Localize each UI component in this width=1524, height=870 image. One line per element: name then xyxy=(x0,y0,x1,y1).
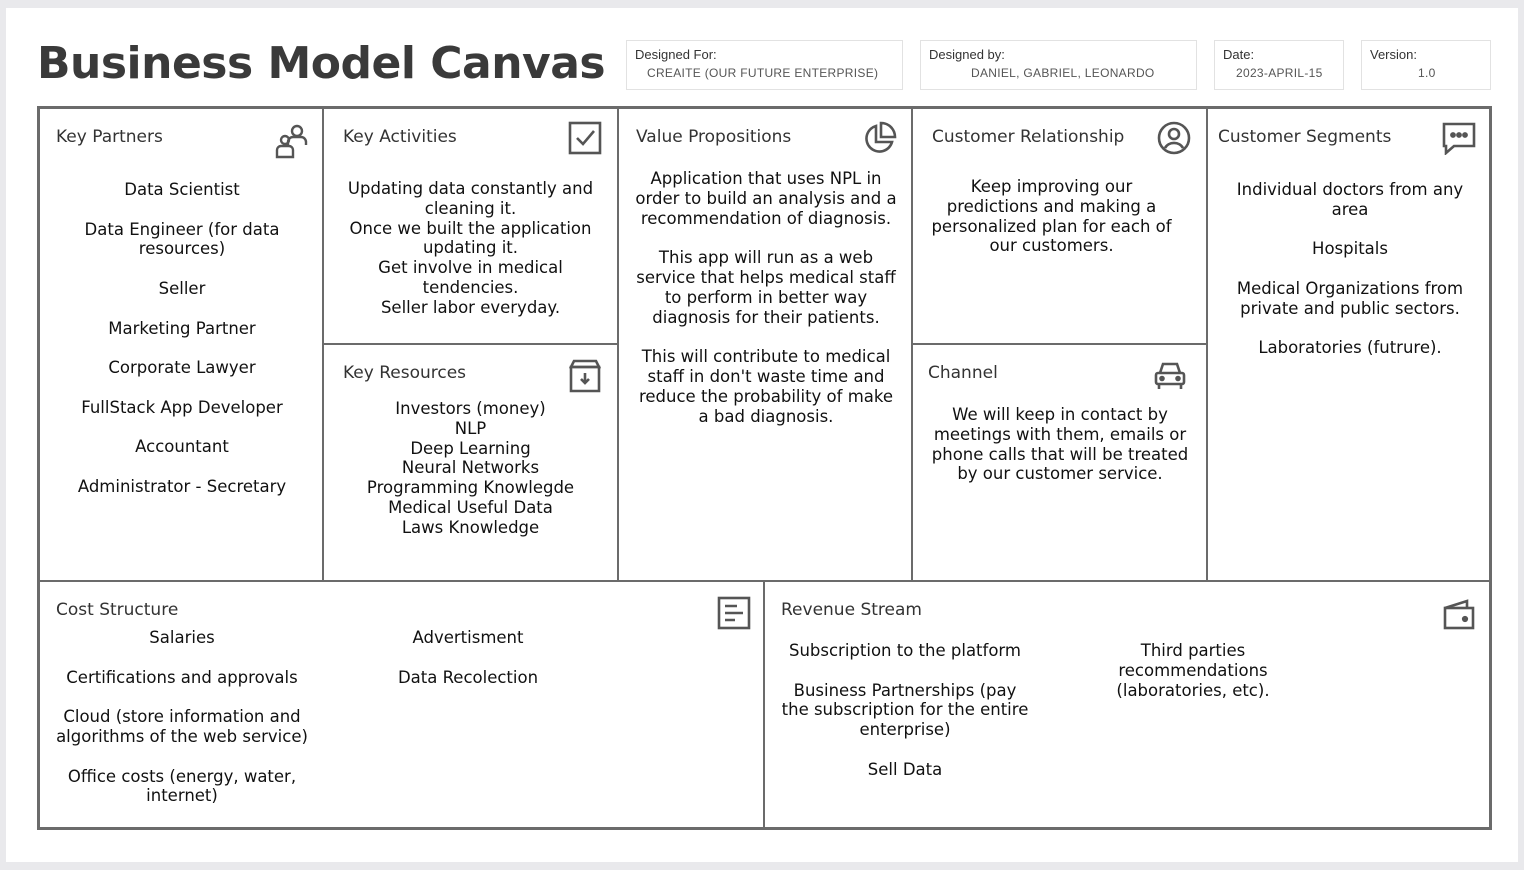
list-item: Programming Knowlegde xyxy=(366,478,575,498)
revenue-stream-column-1: Subscription to the platform Business Pa… xyxy=(781,641,1029,799)
cost-structure-title: Cost Structure xyxy=(56,600,179,620)
cost-structure-section: Cost Structure Salaries Certifications a… xyxy=(40,580,765,827)
user-circle-icon xyxy=(1157,121,1191,155)
list-item: Marketing Partner xyxy=(108,318,256,338)
list-item: NLP xyxy=(454,418,487,438)
revenue-stream-title: Revenue Stream xyxy=(781,600,922,620)
list-item: Accountant xyxy=(135,437,229,457)
list-item: Application that uses NPL in order to bu… xyxy=(635,169,897,228)
date-label: Date: xyxy=(1223,47,1255,62)
list-item: Hospitals xyxy=(1312,239,1388,259)
list-item: This app will run as a web service that … xyxy=(636,248,896,327)
designed-by-value: DANIEL, GABRIEL, LEONARDO xyxy=(971,66,1155,80)
cost-structure-column-1: Salaries Certifications and approvals Cl… xyxy=(48,628,316,826)
list-item: Certifications and approvals xyxy=(66,667,298,687)
key-activities-list: Updating data constantly and cleaning it… xyxy=(340,179,601,318)
key-partners-title: Key Partners xyxy=(56,127,163,147)
pie-chart-icon xyxy=(861,121,897,157)
customer-segments-list: Individual doctors from any area Hospita… xyxy=(1224,180,1476,378)
list-item: Deep Learning xyxy=(410,438,531,458)
designed-by-box: Designed by: DANIEL, GABRIEL, LEONARDO xyxy=(920,40,1197,90)
list-item: Medical Organizations from private and p… xyxy=(1236,278,1464,318)
list-item: Seller labor everyday. xyxy=(380,297,561,317)
list-item: FullStack App Developer xyxy=(81,397,283,417)
list-item: Office costs (energy, water, internet) xyxy=(67,766,297,806)
key-activities-section: Key Activities Updating data constantly … xyxy=(324,109,619,345)
list-item: Laws Knowledge xyxy=(401,517,540,537)
revenue-stream-section: Revenue Stream Subscription to the platf… xyxy=(765,580,1489,827)
channel-section: Channel We will keep in contact by meeti… xyxy=(913,345,1208,580)
list-item: Business Partnerships (pay the subscript… xyxy=(781,680,1029,740)
key-partners-list: Data Scientist Data Engineer (for data r… xyxy=(64,180,300,517)
archive-box-icon xyxy=(568,359,602,393)
cost-structure-column-2: Advertisment Data Recolection xyxy=(348,628,588,707)
version-box: Version: 1.0 xyxy=(1361,40,1491,90)
list-item: Medical Useful Data xyxy=(388,497,553,517)
designed-for-box: Designed For: CREAITE (OUR FUTURE ENTERP… xyxy=(626,40,903,90)
customer-segments-section: Customer Segments Individual doctors fro… xyxy=(1208,109,1489,580)
value-propositions-title: Value Propositions xyxy=(636,127,792,147)
wallet-icon xyxy=(1442,598,1476,632)
list-item: Advertisment xyxy=(412,628,524,647)
designed-for-label: Designed For: xyxy=(635,47,717,62)
list-item: Administrator - Secretary xyxy=(77,476,287,496)
list-item: Keep improving our predictions and makin… xyxy=(931,177,1172,256)
version-label: Version: xyxy=(1370,47,1417,62)
customer-relationship-section: Customer Relationship Keep improving our… xyxy=(913,109,1208,345)
key-activities-title: Key Activities xyxy=(343,127,457,147)
list-item: Get involve in medical tendencies. xyxy=(378,258,563,297)
list-item: Neural Networks xyxy=(401,458,540,478)
list-item: Corporate Lawyer xyxy=(108,358,256,378)
list-item: Cloud (store information and algorithms … xyxy=(56,707,308,746)
list-item: Salaries xyxy=(149,628,215,647)
key-resources-section: Key Resources Investors (money) NLP Deep… xyxy=(324,345,619,580)
value-propositions-list: Application that uses NPL in order to bu… xyxy=(635,169,897,446)
business-model-canvas: Key Partners Data Scientist Data Enginee… xyxy=(37,106,1492,830)
list-item: Updating data constantly and cleaning it… xyxy=(347,179,594,218)
list-item: Investors (money) xyxy=(395,399,546,418)
list-item: Data Engineer (for data resources) xyxy=(84,219,280,259)
key-partners-section: Key Partners Data Scientist Data Enginee… xyxy=(40,109,324,580)
list-item: Individual doctors from any area xyxy=(1236,180,1464,219)
customer-relationship-list: Keep improving our predictions and makin… xyxy=(929,177,1174,276)
list-item: Once we built the application updating i… xyxy=(349,218,592,258)
value-propositions-section: Value Propositions Application that uses… xyxy=(619,109,913,580)
list-item: We will keep in contact by meetings with… xyxy=(931,405,1189,484)
partners-icon xyxy=(274,123,310,159)
list-item: Data Scientist xyxy=(124,180,240,199)
car-icon xyxy=(1153,359,1187,393)
revenue-stream-column-2: Third parties recommendations (laborator… xyxy=(1095,641,1291,720)
date-box: Date: 2023-APRIL-15 xyxy=(1214,40,1344,90)
checkbox-icon xyxy=(568,121,602,155)
list-item: Subscription to the platform xyxy=(788,641,1021,660)
list-item: Seller xyxy=(158,278,206,298)
version-value: 1.0 xyxy=(1418,66,1436,80)
list-item: Data Recolection xyxy=(397,667,539,687)
page-title: Business Model Canvas xyxy=(37,38,606,89)
customer-relationship-title: Customer Relationship xyxy=(932,127,1125,147)
list-item: Laboratories (futrure). xyxy=(1258,338,1442,358)
customer-segments-title: Customer Segments xyxy=(1218,127,1392,147)
list-item: Sell Data xyxy=(867,759,943,779)
chat-bubble-icon xyxy=(1442,121,1476,156)
list-item: Third parties recommendations (laborator… xyxy=(1116,641,1270,700)
channel-title: Channel xyxy=(928,363,998,383)
list-item: This will contribute to medical staff in… xyxy=(638,347,894,426)
designed-for-value: CREAITE (OUR FUTURE ENTERPRISE) xyxy=(647,66,879,80)
canvas-page: Business Model Canvas Designed For: CREA… xyxy=(6,8,1518,862)
key-resources-list: Investors (money) NLP Deep Learning Neur… xyxy=(340,399,601,538)
document-lines-icon xyxy=(717,596,751,630)
date-value: 2023-APRIL-15 xyxy=(1236,66,1323,80)
channel-list: We will keep in contact by meetings with… xyxy=(929,405,1191,504)
designed-by-label: Designed by: xyxy=(929,47,1005,62)
key-resources-title: Key Resources xyxy=(343,363,467,383)
